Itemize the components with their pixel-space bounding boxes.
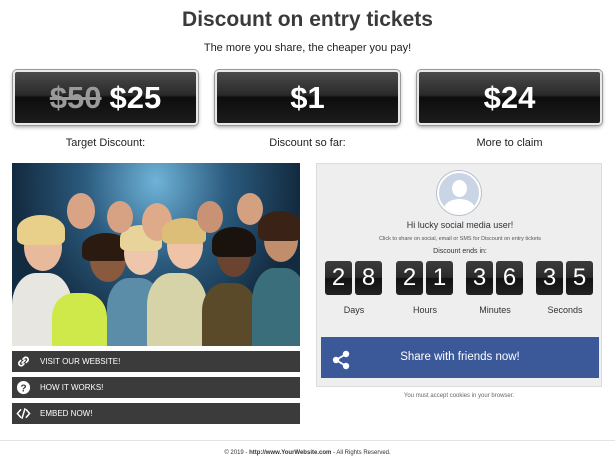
countdown-unit-seconds: Seconds — [547, 305, 583, 315]
footer-website-link[interactable]: http://www.YourWebsite.com — [249, 450, 331, 456]
page-subtitle: The more you share, the cheaper you pay! — [203, 42, 412, 54]
more-to-claim-label: More to claim — [476, 137, 543, 149]
discount-so-far-value: $1 — [290, 80, 325, 115]
share-button-label: Share with friends now! — [400, 351, 520, 363]
countdown-unit-minutes: Minutes — [479, 305, 511, 315]
countdown-digit: 5 — [566, 261, 593, 295]
visit-website-button[interactable]: VISIT OUR WEBSITE! — [12, 351, 300, 372]
share-with-friends-button[interactable]: Share with friends now! — [321, 337, 599, 378]
how-it-works-button[interactable]: ? HOW IT WORKS! — [12, 377, 300, 398]
countdown-digit: 8 — [355, 261, 382, 295]
share-panel: Hi lucky social media user! Click to sha… — [316, 163, 602, 387]
countdown-digit: 3 — [466, 261, 493, 295]
countdown-digit: 3 — [536, 261, 563, 295]
countdown-digit: 6 — [496, 261, 523, 295]
embed-now-label: EMBED NOW! — [40, 409, 93, 418]
target-discount-label: Target Discount: — [65, 137, 146, 149]
cookie-notice: You must accept cookies in your browser. — [403, 393, 515, 399]
more-to-claim-box: $24 — [417, 70, 602, 125]
footer-rights: - All Rights Reserved. — [331, 450, 391, 456]
old-price: $50 — [49, 80, 102, 115]
countdown-digit: 1 — [426, 261, 453, 295]
code-icon — [16, 406, 31, 421]
share-instructions: Click to share on social, email or SMS f… — [378, 236, 541, 242]
page-title: Discount on entry tickets — [182, 8, 433, 31]
more-to-claim-value: $24 — [483, 80, 536, 115]
greeting-text: Hi lucky social media user! — [406, 220, 514, 230]
svg-text:?: ? — [20, 383, 26, 394]
target-price: $25 — [109, 80, 162, 115]
countdown-digit: 2 — [396, 261, 423, 295]
party-photo — [12, 163, 300, 346]
countdown-unit-hours: Hours — [412, 305, 437, 315]
discount-so-far-box: $1 — [215, 70, 400, 125]
footer-copyright: © 2019 - — [224, 450, 250, 456]
countdown-digit: 2 — [325, 261, 352, 295]
share-icon — [331, 347, 351, 370]
question-icon: ? — [16, 380, 31, 395]
link-icon — [16, 354, 31, 369]
embed-now-button[interactable]: EMBED NOW! — [12, 403, 300, 424]
countdown-label: Discount ends in: — [433, 248, 487, 255]
how-it-works-label: HOW IT WORKS! — [40, 383, 104, 392]
target-price-box: $50 $25 — [13, 70, 198, 125]
visit-website-label: VISIT OUR WEBSITE! — [40, 357, 121, 366]
footer: © 2019 - http://www.YourWebsite.com - Al… — [0, 450, 615, 456]
countdown-unit-days: Days — [343, 305, 365, 315]
user-avatar-icon — [437, 171, 481, 215]
footer-divider — [0, 440, 615, 441]
discount-so-far-label: Discount so far: — [269, 137, 346, 149]
